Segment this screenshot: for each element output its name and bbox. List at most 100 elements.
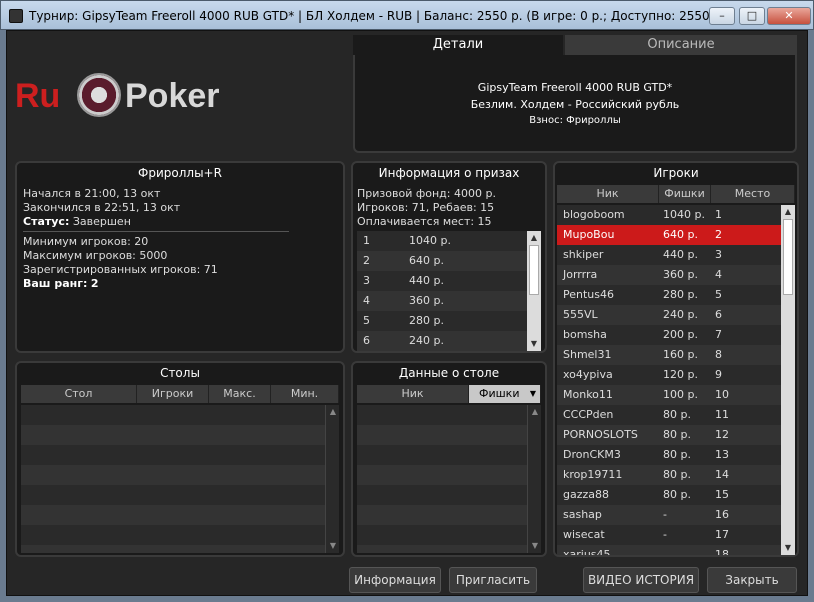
tables-title: Столы [160,366,200,380]
player-row[interactable]: krop19711 80 р. 14 [557,465,781,485]
empty-row[interactable] [21,465,325,485]
tables-header-max[interactable]: Макс. [209,385,271,403]
empty-row[interactable] [21,425,325,445]
close-button[interactable]: Закрыть [707,567,797,593]
window-titlebar[interactable]: Турнир: GipsyTeam Freeroll 4000 RUB GTD*… [0,0,814,30]
prize-row[interactable]: 6 240 р. [357,331,527,351]
player-chips: 80 р. [663,408,691,421]
player-row[interactable]: Jorrrra 360 р. 4 [557,265,781,285]
player-row[interactable]: Monko11 100 р. 10 [557,385,781,405]
players-list[interactable]: xarius45 18 wisecat -17 sashap -16 gazza88 80 р… [557,205,795,555]
prize-list[interactable]: 6 240 р. 5 280 р. 4 360 р. 3 440 р. 2 640 р. 1 1040… [357,231,541,351]
player-row[interactable]: DronCKM3 80 р. 13 [557,445,781,465]
tables-header-min[interactable]: Мин. [271,385,339,403]
scroll-up-icon[interactable]: ▲ [326,405,339,419]
player-row[interactable]: 555VL 240 р. 6 [557,305,781,325]
prize-row[interactable]: 2 640 р. [357,251,527,271]
info-button[interactable]: Информация [349,567,441,593]
player-nick: blogoboom [563,208,625,221]
scroll-up-icon[interactable]: ▲ [781,205,795,219]
prize-row[interactable]: 4 360 р. [357,291,527,311]
empty-row[interactable] [357,425,527,445]
prize-row[interactable]: 1 1040 р. [357,231,527,251]
prize-row[interactable]: 5 280 р. [357,311,527,331]
scroll-down-icon[interactable]: ▼ [527,337,541,351]
chips-header-label: Фишки [479,387,520,400]
table-data-list[interactable]: ▲ ▼ [357,405,541,553]
logo-text-ru: Ru [15,77,61,115]
scroll-thumb[interactable] [529,245,539,295]
video-history-button[interactable]: ВИДЕО ИСТОРИЯ [583,567,699,593]
players-scrollbar[interactable]: ▲ ▼ [781,205,795,555]
players-header-chips[interactable]: Фишки [659,185,711,203]
empty-row[interactable] [21,505,325,525]
table-data-title: Данные о столе [398,366,500,380]
tables-list[interactable]: ▲ ▼ [21,405,339,553]
maximize-button[interactable]: □ [739,7,765,25]
empty-row[interactable] [21,525,325,545]
player-row[interactable]: PORNOSLOTS 80 р. 12 [557,425,781,445]
player-nick: PORNOSLOTS [563,428,638,441]
empty-row[interactable] [21,445,325,465]
tables-header-players[interactable]: Игроки [137,385,209,403]
poker-chip-icon [77,73,121,117]
max-players: Максимум игроков: 5000 [23,249,168,262]
player-place: 13 [715,448,729,461]
empty-row[interactable] [357,445,527,465]
tab-description[interactable]: Описание [565,35,797,55]
empty-row[interactable] [21,405,325,425]
prize-info-title: Информация о призах [378,166,520,180]
info-separator [23,231,289,232]
prize-amount: 280 р. [409,314,444,327]
player-row[interactable]: xo4ypiva 120 р. 9 [557,365,781,385]
table-data-scrollbar[interactable]: ▲ ▼ [527,405,541,553]
empty-row[interactable] [357,505,527,525]
player-place: 10 [715,388,729,401]
scroll-down-icon[interactable]: ▼ [781,541,795,555]
player-row[interactable]: MupoBou 640 р. 2 [557,225,781,245]
player-row[interactable]: shkiper 440 р. 3 [557,245,781,265]
player-place: 4 [715,268,722,281]
players-header-nick[interactable]: Ник [557,185,659,203]
empty-row[interactable] [357,545,527,553]
empty-row[interactable] [357,465,527,485]
table-data-header-chips[interactable]: Фишки ▼ [469,385,541,403]
player-row[interactable]: sashap - 16 [557,505,781,525]
player-row[interactable]: Shmel31 160 р. 8 [557,345,781,365]
prize-scrollbar[interactable]: ▲ ▼ [527,231,541,351]
minimize-button[interactable]: – [709,7,735,25]
player-row[interactable]: gazza88 80 р. 15 [557,485,781,505]
empty-row[interactable] [357,525,527,545]
close-window-button[interactable]: ✕ [767,7,811,25]
player-row[interactable]: bomsha 200 р. 7 [557,325,781,345]
empty-row[interactable] [21,545,325,553]
empty-row[interactable] [21,485,325,505]
tables-header-table[interactable]: Стол [21,385,137,403]
player-chips: 440 р. [663,248,698,261]
player-nick: Shmel31 [563,348,612,361]
player-row[interactable]: wisecat - 17 [557,525,781,545]
players-header-place[interactable]: Место [711,185,795,203]
player-row[interactable]: Pentus46 280 р. 5 [557,285,781,305]
scroll-thumb[interactable] [783,219,793,295]
players-title: Игроки [653,166,699,180]
tables-scrollbar[interactable]: ▲ ▼ [325,405,339,553]
players-panel: Игроки Ник Фишки Место xarius45 18 wisecat… [553,161,799,557]
scroll-up-icon[interactable]: ▲ [528,405,541,419]
scroll-down-icon[interactable]: ▼ [528,539,541,553]
empty-row[interactable] [357,485,527,505]
tab-details[interactable]: Детали [353,35,563,55]
player-row[interactable]: CCCPden 80 р. 11 [557,405,781,425]
scroll-up-icon[interactable]: ▲ [527,231,541,245]
player-nick: Pentus46 [563,288,614,301]
scroll-down-icon[interactable]: ▼ [326,539,339,553]
prize-row[interactable]: 3 440 р. [357,271,527,291]
prize-amount: 640 р. [409,254,444,267]
player-row[interactable]: blogoboom 1040 р. 1 [557,205,781,225]
player-row[interactable]: xarius45 18 [557,545,781,555]
empty-row[interactable] [357,405,527,425]
player-place: 18 [715,548,729,555]
window-title: Турнир: GipsyTeam Freeroll 4000 RUB GTD*… [29,9,730,23]
table-data-header-nick[interactable]: Ник [357,385,469,403]
invite-button[interactable]: Пригласить [449,567,537,593]
